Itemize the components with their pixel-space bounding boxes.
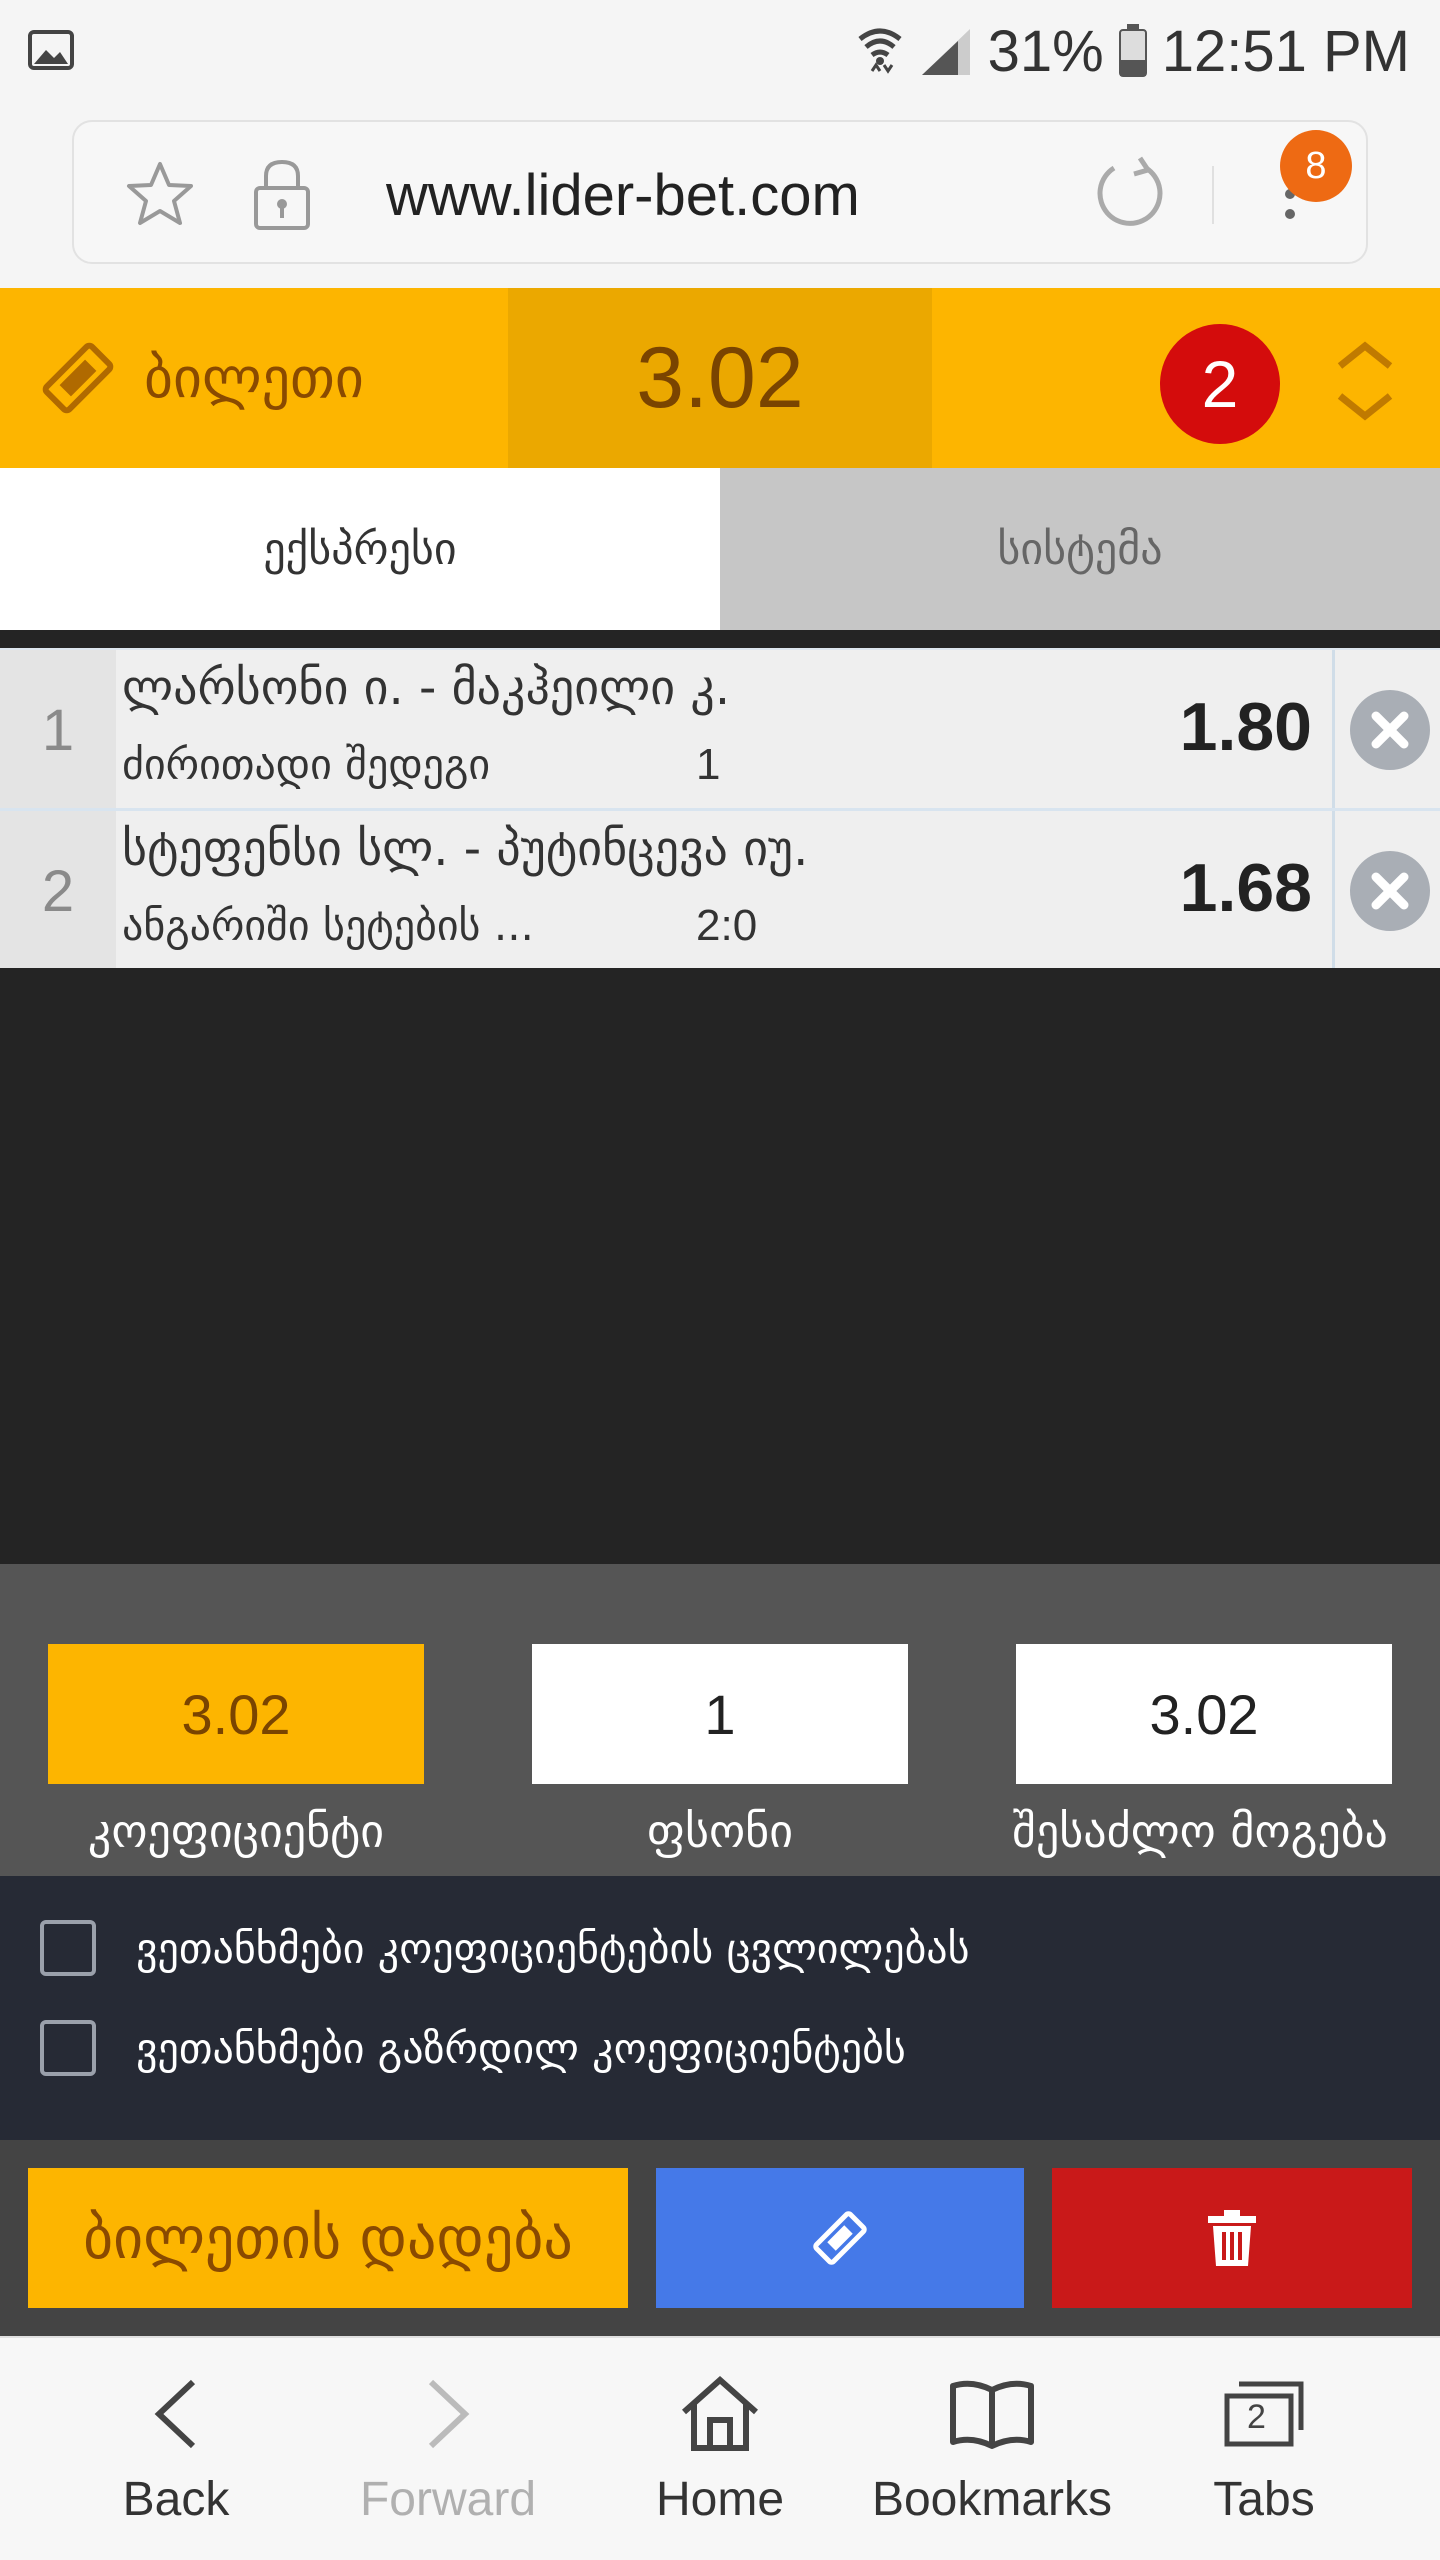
address-bar[interactable]: www.lider-bet.com 8 — [72, 120, 1368, 264]
stake-label: ფსონი — [647, 1804, 793, 1858]
agree-odds-change-row[interactable]: ვეთანხმები კოეფიციენტების ცვლილებას — [40, 1918, 970, 1978]
bet-row[interactable]: 1 ლარსონი ი. - მაკჰეილი კ. ძირითადი შედე… — [0, 648, 1440, 810]
clear-ticket-button[interactable] — [1052, 2168, 1412, 2308]
bet-list: 1 ლარსონი ი. - მაკჰეილი კ. ძირითადი შედე… — [0, 648, 1440, 971]
bookmarks-book-icon — [950, 2380, 1034, 2449]
nav-bookmarks-label: Bookmarks — [871, 2473, 1113, 2526]
lock-icon[interactable] — [250, 156, 314, 232]
nav-forward-label: Forward — [359, 2473, 537, 2526]
tab-system[interactable]: სისტემა — [720, 468, 1440, 630]
bet-type-tabs: ექსპრესი სისტემა — [0, 468, 1440, 630]
chevron-right-icon — [428, 2379, 470, 2449]
gallery-notification-icon — [28, 30, 74, 70]
empty-area — [0, 968, 1440, 1564]
nav-home-button[interactable]: Home — [580, 2338, 860, 2560]
clock: 12:51 PM — [1161, 18, 1410, 84]
coefficient-label: კოეფიციენტი — [87, 1804, 385, 1858]
ticket-icon — [42, 342, 114, 414]
browser-toolbar: www.lider-bet.com 8 — [0, 100, 1440, 288]
nav-back-button[interactable]: Back — [36, 2338, 316, 2560]
browser-bottom-nav: Back Forward Home Bookmarks 2 Tabs — [0, 2336, 1440, 2560]
row-divider — [1332, 650, 1335, 810]
stake-input[interactable]: 1 — [532, 1644, 908, 1784]
place-bet-button[interactable]: ბილეთის დადება — [28, 2168, 628, 2308]
row-divider — [1332, 811, 1335, 971]
agree-odds-change-label: ვეთანხმები კოეფიციენტების ცვლილებას — [136, 1923, 970, 1973]
bet-odds: 1.80 — [1179, 689, 1312, 765]
agreements-panel: ვეთანხმები კოეფიციენტების ცვლილებას ვეთა… — [0, 1876, 1440, 2140]
chevron-left-icon — [154, 2379, 196, 2449]
ticket-header[interactable]: ბილეთი 3.02 2 — [0, 288, 1440, 468]
remove-bet-icon[interactable] — [1348, 688, 1432, 772]
bet-market: ანგარიში სეტების ... — [122, 901, 534, 950]
agree-boosted-odds-label: ვეთანხმები გაზრდილ კოეფიციენტებს — [136, 2023, 906, 2073]
reload-icon[interactable] — [1090, 154, 1170, 234]
cellular-signal-icon — [921, 29, 970, 75]
nav-bookmarks-button[interactable]: Bookmarks — [852, 2338, 1132, 2560]
bet-row[interactable]: 2 სტეფენსი სლ. - პუტინცევა იუ. ანგარიში … — [0, 808, 1440, 971]
bet-match: სტეფენსი სლ. - პუტინცევა იუ. — [122, 821, 809, 877]
menu-notification-badge: 8 — [1280, 130, 1352, 202]
agree-odds-change-checkbox[interactable] — [40, 1920, 96, 1976]
bet-match: ლარსონი ი. - მაკჰეილი კ. — [122, 660, 731, 716]
nav-back-label: Back — [122, 2473, 230, 2526]
total-odds: 3.02 — [508, 288, 932, 468]
status-indicators: 31% 12:51 PM — [856, 16, 1410, 86]
save-ticket-button[interactable] — [656, 2168, 1024, 2308]
agree-boosted-odds-checkbox[interactable] — [40, 2020, 96, 2076]
bet-market: ძირითადი შედეგი — [122, 740, 491, 789]
action-bar: ბილეთის დადება — [0, 2140, 1440, 2336]
ticket-icon — [813, 2211, 867, 2265]
remove-bet-icon[interactable] — [1348, 849, 1432, 933]
bet-odds: 1.68 — [1179, 850, 1312, 926]
status-bar: 31% 12:51 PM — [0, 0, 1440, 100]
agree-boosted-odds-row[interactable]: ვეთანხმები გაზრდილ კოეფიციენტებს — [40, 2018, 906, 2078]
bet-selection: 1 — [696, 740, 721, 789]
nav-tabs-label: Tabs — [1213, 2473, 1315, 2526]
ticket-title-group: ბილეთი — [36, 288, 364, 468]
tabs-count: 2 — [1247, 2398, 1266, 2436]
possible-win-value: 3.02 — [1016, 1644, 1392, 1784]
wifi-icon — [858, 28, 902, 74]
nav-forward-button[interactable]: Forward — [308, 2338, 588, 2560]
tab-express[interactable]: ექსპრესი — [0, 468, 720, 630]
url-text[interactable]: www.lider-bet.com — [386, 162, 860, 229]
coefficient-value: 3.02 — [48, 1644, 424, 1784]
expand-collapse-icon[interactable] — [1330, 336, 1400, 426]
battery-icon — [1118, 24, 1147, 77]
battery-percent: 31% — [987, 18, 1104, 84]
home-icon — [682, 2375, 758, 2451]
toolbar-divider — [1212, 166, 1214, 224]
ticket-title: ბილეთი — [144, 345, 364, 411]
bet-selection: 2:0 — [696, 901, 758, 950]
nav-tabs-button[interactable]: 2 Tabs — [1124, 2338, 1404, 2560]
possible-win-label: შესაძლო მოგება — [1012, 1804, 1388, 1858]
nav-home-label: Home — [655, 2473, 785, 2526]
stake-panel: 3.02 1 3.02 კოეფიციენტი ფსონი შესაძლო მო… — [0, 1564, 1440, 1876]
selection-count-badge: 2 — [1160, 324, 1280, 444]
bookmark-star-icon[interactable] — [124, 158, 196, 230]
trash-icon — [1208, 2210, 1256, 2266]
bet-index: 1 — [0, 650, 116, 810]
bet-index: 2 — [0, 811, 116, 971]
